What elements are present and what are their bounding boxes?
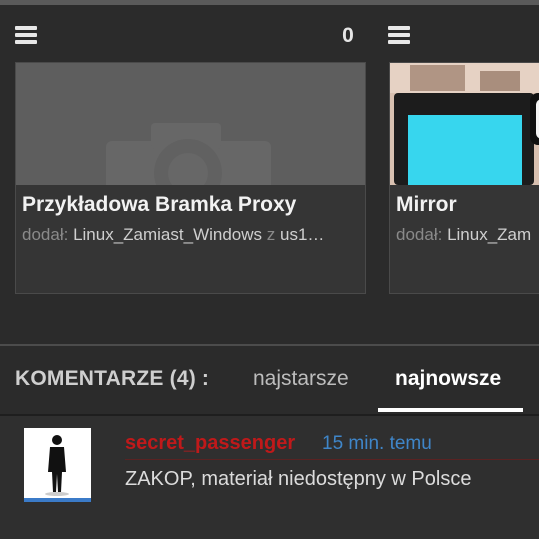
source-link[interactable]: us1…	[280, 225, 324, 244]
tab-newest[interactable]: najnowsze	[395, 367, 501, 391]
thumbnail-placeholder	[16, 63, 365, 185]
card-title[interactable]: Przykładowa Bramka Proxy	[22, 193, 296, 217]
comments-title: KOMENTARZE (4) :	[15, 367, 210, 390]
thumbnail-image	[390, 63, 539, 185]
added-by-label: dodał:	[396, 225, 443, 244]
comment-username[interactable]: secret_passenger	[125, 432, 295, 455]
active-tab-indicator	[378, 408, 523, 412]
added-by-label: dodał:	[22, 225, 69, 244]
comment-timestamp: 15 min. temu	[322, 433, 432, 454]
comment-text: ZAKOP, materiał niedostępny w Polsce	[125, 468, 472, 490]
comment-header-rule	[125, 459, 539, 460]
card-title[interactable]: Mirror	[396, 193, 457, 217]
tab-oldest[interactable]: najstarsze	[253, 367, 349, 391]
via-label: z	[266, 225, 276, 244]
hamburger-menu-icon[interactable]	[388, 26, 410, 44]
card-byline: dodał: Linux_Zam	[396, 225, 531, 245]
author-link[interactable]: Linux_Zamiast_Windows	[73, 225, 262, 244]
card-byline: dodał: Linux_Zamiast_Windows z us1…	[22, 225, 324, 245]
vote-count: 0	[342, 24, 354, 47]
avatar-underline	[24, 498, 91, 502]
link-card[interactable]: Przykładowa Bramka Proxy dodał: Linux_Za…	[15, 62, 366, 294]
avatar[interactable]	[24, 428, 91, 498]
hamburger-menu-icon[interactable]	[15, 26, 37, 44]
author-link[interactable]: Linux_Zam	[447, 225, 531, 244]
link-card[interactable]: Mirror dodał: Linux_Zam	[389, 62, 539, 294]
